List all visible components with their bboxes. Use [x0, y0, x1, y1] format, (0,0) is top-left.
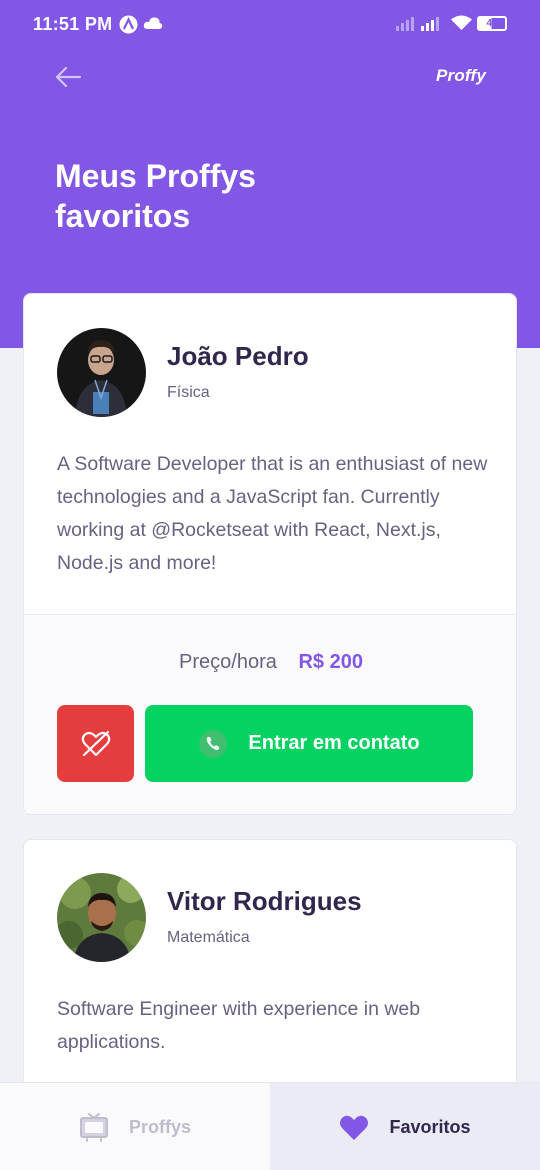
tab-proffys[interactable]: Proffys: [0, 1083, 270, 1170]
unfavorite-button[interactable]: [57, 705, 134, 782]
contact-button[interactable]: Entrar em contato: [145, 705, 473, 782]
bottom-tabbar: Proffys Favoritos: [0, 1082, 540, 1170]
contact-label: Entrar em contato: [248, 732, 420, 754]
tv-icon: [79, 1113, 108, 1142]
back-button[interactable]: [52, 62, 84, 92]
whatsapp-icon: [199, 729, 228, 758]
cloud-icon: [143, 17, 163, 29]
avatar-image: [57, 873, 146, 962]
teacher-subject: Matemática: [167, 929, 250, 946]
signal-1-icon: [396, 17, 414, 31]
signal-2-icon: [421, 17, 439, 31]
avatar: [57, 873, 146, 962]
page-title: Meus Proffys favoritos: [55, 156, 355, 236]
arrow-left-icon: [55, 66, 82, 88]
teacher-name: Vitor Rodrigues: [167, 886, 362, 916]
status-time: 11:51 PM: [33, 14, 113, 34]
tab-label: Favoritos: [389, 1116, 471, 1137]
battery-level: 49: [486, 18, 498, 29]
price-label: Preço/hora: [179, 651, 277, 673]
page-title-line-1: Meus Proffys: [55, 158, 256, 194]
avatar-image: [57, 328, 146, 417]
price-value: R$ 200: [298, 651, 363, 673]
teacher-subject: Física: [167, 384, 210, 401]
card-footer: Preço/hora R$ 200 Entrar em contato: [24, 614, 516, 814]
teacher-name: João Pedro: [167, 341, 309, 371]
wifi-icon: [451, 15, 472, 30]
teacher-bio: Software Engineer with experience in web…: [57, 998, 421, 1053]
proffy-logo: Proffy: [435, 66, 486, 85]
page-title-line-2: favoritos: [55, 198, 191, 234]
price-row: Preço/hora R$ 200: [24, 651, 516, 674]
teacher-card: João Pedro Física A Software Developer t…: [23, 293, 517, 815]
battery-icon: 49: [477, 16, 507, 31]
teacher-bio: A Software Developer that is an enthusia…: [57, 453, 488, 574]
avatar: [57, 328, 146, 417]
heart-outline-icon: [81, 730, 110, 756]
status-bar: 11:51 PM 49: [0, 0, 540, 50]
heart-icon: [340, 1115, 369, 1140]
tab-label: Proffys: [128, 1116, 191, 1137]
tab-favoritos[interactable]: Favoritos: [270, 1083, 540, 1170]
app-notification-icon: [119, 15, 138, 34]
